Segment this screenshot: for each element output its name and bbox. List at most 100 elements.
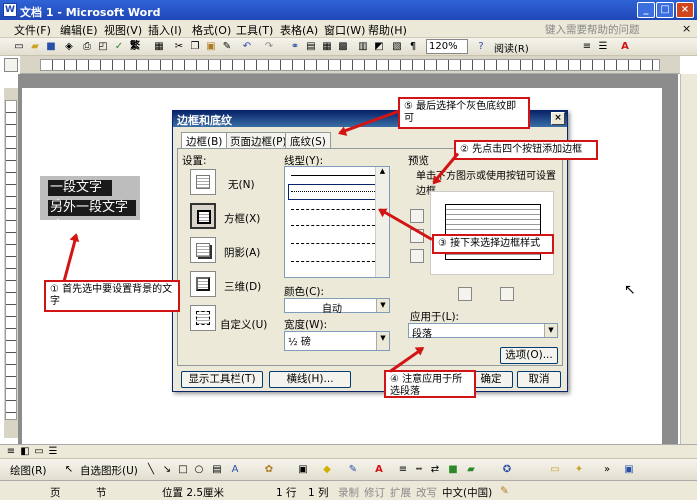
word-app-icon[interactable]: W — [3, 3, 17, 17]
menu-table[interactable]: 表格(A) — [280, 22, 318, 38]
hyperlink-icon[interactable]: ⚭ — [288, 40, 302, 54]
tab-selector[interactable] — [4, 58, 18, 72]
tab-page-border[interactable]: 页面边框(P) — [225, 132, 292, 148]
print-icon[interactable]: ⎙ — [80, 40, 94, 54]
draw-font-color-icon[interactable]: A — [372, 463, 386, 477]
menu-view[interactable]: 视图(V) — [104, 22, 142, 38]
apply-to-select[interactable]: 段落 ▼ — [408, 323, 558, 340]
permission-icon[interactable]: ◈ — [62, 40, 76, 54]
line-style-dash-dot-dot[interactable] — [291, 261, 375, 262]
new-doc-icon[interactable]: ▭ — [12, 40, 26, 54]
line-style-scrollbar[interactable]: ▲ — [375, 167, 389, 277]
setting-shadow[interactable] — [190, 237, 216, 263]
dialog-close-button[interactable]: × — [551, 112, 565, 125]
line-style-solid[interactable] — [291, 175, 375, 176]
textbox-icon[interactable]: ▤ — [210, 463, 224, 477]
setting-none[interactable] — [190, 169, 216, 195]
right-border-button[interactable] — [500, 287, 514, 301]
font-color-icon[interactable]: A — [618, 40, 632, 54]
show-hide-icon[interactable]: ¶ — [406, 40, 420, 54]
paste-icon[interactable]: ▣ — [204, 40, 218, 54]
normal-view-icon[interactable]: ≡ — [4, 445, 18, 459]
setting-custom[interactable] — [190, 305, 216, 331]
doc-map-icon[interactable]: ▧ — [390, 40, 404, 54]
fill-color-icon[interactable]: ◆ — [320, 463, 334, 477]
maximize-button[interactable]: □ — [656, 2, 674, 18]
copy-icon[interactable]: ❐ — [188, 40, 202, 54]
picture-icon[interactable]: ▣ — [296, 463, 310, 477]
left-border-button[interactable] — [458, 287, 472, 301]
top-border-button[interactable] — [410, 209, 424, 223]
line-style-dash-dot[interactable] — [291, 243, 375, 244]
close-button[interactable]: × — [676, 2, 694, 18]
print-preview-icon[interactable]: ◰ — [96, 40, 110, 54]
zoom-select[interactable]: 120% — [426, 39, 468, 54]
clipart-icon[interactable]: ✿ — [262, 463, 276, 477]
select-objects-icon[interactable]: ↖ — [62, 463, 76, 477]
arrow-tool-icon[interactable]: ↘ — [160, 463, 174, 477]
tab-shading[interactable]: 底纹(S) — [285, 132, 331, 148]
line-tool-icon[interactable]: ╲ — [144, 463, 158, 477]
enclose-icon[interactable]: ▭ — [548, 463, 562, 477]
menu-file[interactable]: 文件(F) — [14, 22, 51, 38]
status-extend[interactable]: 扩展 — [390, 485, 411, 500]
menu-tools[interactable]: 工具(T) — [236, 22, 273, 38]
menu-format[interactable]: 格式(O) — [192, 22, 231, 38]
numbering-icon[interactable]: ≡ — [580, 40, 594, 54]
bullets-icon[interactable]: ☰ — [596, 40, 610, 54]
line-style-list[interactable]: ▲ — [284, 166, 390, 278]
help-search-input[interactable]: 键入需要帮助的问题 — [505, 21, 665, 37]
spelling-icon[interactable]: ✓ — [112, 40, 126, 54]
outline-view-icon[interactable]: ☰ — [46, 445, 60, 459]
horizontal-line-button[interactable]: 横线(H)... — [269, 371, 351, 388]
undo-icon[interactable]: ↶ — [240, 40, 254, 54]
line-style-dashed[interactable] — [291, 209, 375, 210]
tab-borders[interactable]: 边框(B) — [181, 132, 228, 148]
selected-text-line-2[interactable]: 另外一段文字↵ — [48, 200, 136, 231]
print-view-icon[interactable]: ▭ — [32, 445, 46, 459]
vertical-ruler[interactable] — [4, 88, 18, 438]
setting-3d[interactable] — [190, 271, 216, 297]
columns-icon[interactable]: ▥ — [356, 40, 370, 54]
more-icon[interactable]: » — [600, 463, 614, 477]
options-button[interactable]: 选项(O)... — [500, 347, 558, 364]
line-style-icon[interactable]: ≡ — [396, 463, 410, 477]
status-record[interactable]: 录制 — [338, 485, 359, 500]
border-preview[interactable] — [430, 191, 554, 275]
width-select[interactable]: ½ 磅 ▼ — [284, 331, 390, 351]
cut-icon[interactable]: ✂ — [172, 40, 186, 54]
vertical-scrollbar[interactable] — [680, 74, 697, 444]
minimize-button[interactable]: _ — [637, 2, 655, 18]
bottom-border-button[interactable] — [410, 249, 424, 263]
menu-window[interactable]: 窗口(W) — [324, 22, 365, 38]
shadow-style-icon[interactable]: ■ — [446, 463, 460, 477]
show-toolbar-button[interactable]: 显示工具栏(T) — [181, 371, 263, 388]
rectangle-tool-icon[interactable]: □ — [176, 463, 190, 477]
color-select[interactable]: 自动 ▼ — [284, 298, 390, 315]
status-overtype[interactable]: 改写 — [416, 485, 437, 500]
tables-borders-icon[interactable]: ▤ — [304, 40, 318, 54]
line-style-long-dashed[interactable] — [291, 225, 375, 226]
cancel-button[interactable]: 取消 — [517, 371, 561, 388]
width-dropdown-icon[interactable]: ▼ — [376, 332, 389, 350]
traditional-chinese-icon[interactable]: 繁 — [128, 40, 142, 54]
format-painter-icon[interactable]: ✎ — [220, 40, 234, 54]
color-dropdown-icon[interactable]: ▼ — [376, 299, 389, 312]
arrow-style-icon[interactable]: ⇄ — [428, 463, 442, 477]
menu-insert[interactable]: 插入(I) — [148, 22, 182, 38]
menu-help[interactable]: 帮助(H) — [368, 22, 407, 38]
oval-tool-icon[interactable]: ○ — [192, 463, 206, 477]
wizard-icon[interactable]: ✦ — [572, 463, 586, 477]
web-view-icon[interactable]: ◧ — [18, 445, 32, 459]
open-icon[interactable]: ▰ — [28, 40, 42, 54]
doc-close-icon[interactable]: × — [682, 22, 691, 35]
draw-menu-button[interactable]: 绘图(R) — [10, 463, 47, 478]
help-icon[interactable]: ? — [474, 40, 488, 54]
setting-box[interactable] — [190, 203, 216, 229]
horizontal-scrollbar[interactable]: ≡ ◧ ▭ ☰ — [0, 444, 697, 458]
wordart-icon[interactable]: A — [228, 463, 242, 477]
line-color-icon[interactable]: ✎ — [346, 463, 360, 477]
insert-excel-icon[interactable]: ▩ — [336, 40, 350, 54]
read-mode-button[interactable]: 阅读(R) — [494, 40, 529, 55]
extra-icon[interactable]: ▣ — [622, 463, 636, 477]
